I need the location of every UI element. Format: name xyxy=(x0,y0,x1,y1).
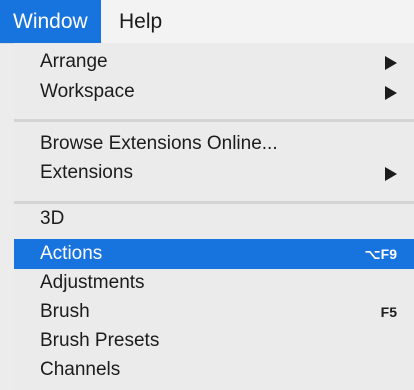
window-menu-dropdown: Arrange Workspace Browse Extensions Onli… xyxy=(14,43,414,390)
shortcut-label: F5 xyxy=(380,304,397,320)
menu-item-3d[interactable]: 3D xyxy=(14,204,414,234)
menubar-help[interactable]: Help xyxy=(106,0,175,43)
menu-item-browse-extensions-online[interactable]: Browse Extensions Online... xyxy=(14,129,414,159)
menu-item-channels[interactable]: Channels xyxy=(14,355,414,385)
menubar-window[interactable]: Window xyxy=(0,0,101,43)
menu-item-label: Extensions xyxy=(40,162,133,183)
menu-item-label: Adjustments xyxy=(40,272,145,293)
submenu-arrow-icon xyxy=(385,56,397,70)
menu-item-label: Actions xyxy=(40,243,103,264)
menu-bar: Window Help xyxy=(0,0,414,44)
menu-item-label: Brush Presets xyxy=(40,330,160,351)
menu-item-actions[interactable]: Actions ⌥F9 xyxy=(14,239,414,269)
menu-item-label: Workspace xyxy=(40,81,135,102)
menu-item-label: 3D xyxy=(40,208,65,229)
menu-item-label: Channels xyxy=(40,359,121,380)
menu-item-label: Arrange xyxy=(40,51,108,72)
menu-item-arrange[interactable]: Arrange xyxy=(14,47,414,77)
menu-item-label: Brush xyxy=(40,301,90,322)
submenu-arrow-icon xyxy=(385,86,397,100)
menu-item-adjustments[interactable]: Adjustments xyxy=(14,268,414,298)
menu-item-workspace[interactable]: Workspace xyxy=(14,77,414,107)
submenu-arrow-icon xyxy=(385,167,397,181)
menu-separator xyxy=(14,119,414,122)
shortcut-label: ⌥F9 xyxy=(364,246,397,262)
menu-item-extensions[interactable]: Extensions xyxy=(14,158,414,188)
menu-item-brush-presets[interactable]: Brush Presets xyxy=(14,326,414,356)
menu-item-brush[interactable]: Brush F5 xyxy=(14,297,414,327)
menu-item-label: Browse Extensions Online... xyxy=(40,133,278,154)
